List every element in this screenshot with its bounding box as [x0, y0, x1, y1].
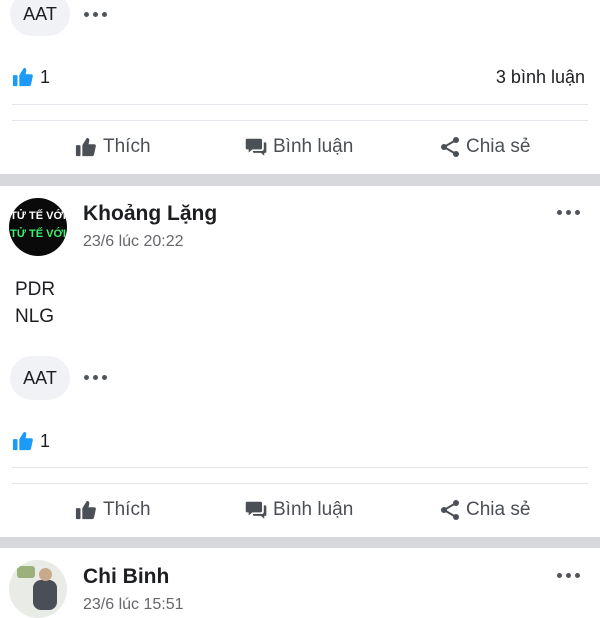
- like-outline-icon: [75, 500, 96, 520]
- avatar[interactable]: [9, 560, 67, 618]
- like-thumb-icon: [12, 431, 33, 451]
- post-body-line: PDR: [15, 279, 56, 300]
- share-icon: [441, 137, 459, 157]
- like-label: Thích: [103, 136, 151, 157]
- reaction-chip-label: AAT: [23, 3, 57, 24]
- share-button[interactable]: Chia sẻ: [440, 499, 530, 521]
- more-options-icon[interactable]: [557, 210, 580, 215]
- divider: [12, 483, 588, 484]
- more-options-icon[interactable]: [557, 573, 580, 578]
- share-button[interactable]: Chia sẻ: [440, 136, 530, 158]
- reaction-chip[interactable]: AAT: [10, 0, 70, 36]
- comment-button[interactable]: Bình luận: [245, 136, 353, 158]
- like-label: Thích: [103, 499, 151, 520]
- post-timestamp[interactable]: 23/6 lúc 15:51: [83, 596, 184, 614]
- divider: [12, 120, 588, 121]
- divider: [12, 104, 588, 105]
- share-icon: [441, 500, 459, 520]
- avatar-text: TỬ TẾ VỚI: [10, 210, 66, 222]
- comment-label: Bình luận: [273, 136, 354, 157]
- reaction-chip[interactable]: AAT: [10, 356, 70, 400]
- post-separator: [0, 537, 600, 548]
- share-label: Chia sẻ: [466, 499, 531, 520]
- like-thumb-icon: [12, 67, 33, 87]
- comment-button[interactable]: Bình luận: [245, 499, 353, 521]
- post-timestamp[interactable]: 23/6 lúc 20:22: [83, 233, 184, 251]
- comment-label: Bình luận: [273, 499, 354, 520]
- like-count: 1: [40, 431, 51, 451]
- post-body-line: NLG: [15, 306, 55, 327]
- post-separator: [0, 174, 600, 186]
- author-name[interactable]: Chi Binh: [83, 565, 169, 589]
- comment-bubble-icon: [245, 138, 267, 156]
- like-button[interactable]: Thích: [75, 499, 151, 521]
- post-body: PDR NLG: [15, 276, 55, 330]
- share-label: Chia sẻ: [466, 136, 531, 157]
- avatar-text: TỬ TẾ VỚI: [10, 228, 66, 240]
- more-options-icon[interactable]: [84, 12, 107, 17]
- like-button[interactable]: Thích: [75, 136, 151, 158]
- more-options-icon[interactable]: [84, 375, 107, 380]
- divider: [12, 467, 588, 468]
- like-count: 1: [40, 67, 51, 87]
- reaction-chip-label: AAT: [23, 367, 57, 388]
- avatar[interactable]: TỬ TẾ VỚI TỬ TẾ VỚI: [9, 198, 67, 256]
- comment-count[interactable]: 3 bình luận: [496, 67, 585, 88]
- comment-bubble-icon: [245, 501, 267, 519]
- like-outline-icon: [75, 137, 96, 157]
- author-name[interactable]: Khoảng Lặng: [83, 202, 217, 226]
